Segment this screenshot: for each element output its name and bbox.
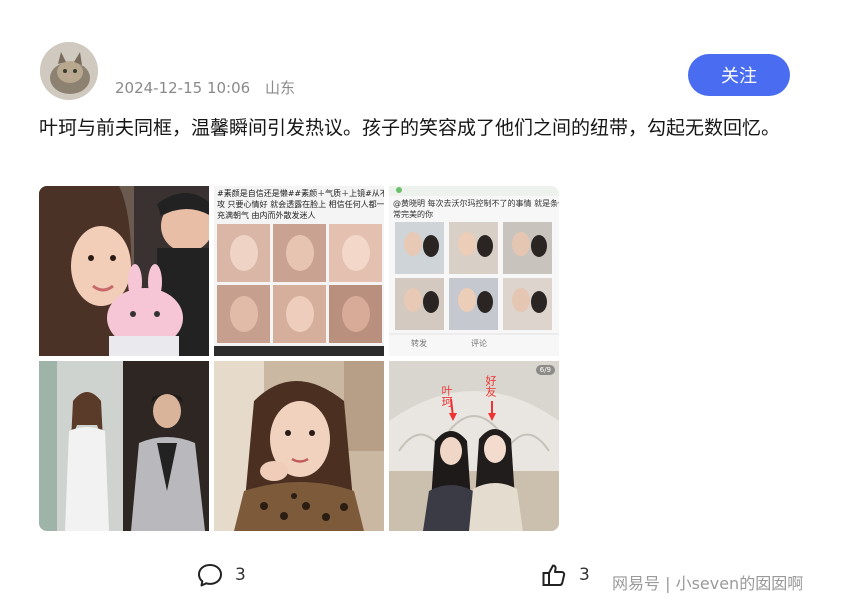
- split-portrait-image: [39, 361, 209, 531]
- cat-avatar-image: [40, 42, 98, 100]
- selfie-photo-image: [39, 186, 209, 356]
- arrow-label-yeke: 叶珂: [440, 385, 453, 407]
- photo-1[interactable]: [39, 186, 209, 356]
- photo-3-comment-label: 评论: [471, 339, 487, 348]
- photo-2[interactable]: #素颜是自信还是懒##素颜＋气质＋上镜#从不 攻 只要心情好 就会透露在脸上 相…: [214, 186, 384, 356]
- photo-3-caption-2: 常完美的你: [393, 210, 433, 219]
- comment-icon: [198, 564, 222, 587]
- post-location: 山东: [264, 79, 295, 97]
- image-grid: #素颜是自信还是懒##素颜＋气质＋上镜#从不 攻 只要心情好 就会透露在脸上 相…: [39, 186, 559, 531]
- photo-3[interactable]: @黄晓明 每次去沃尔玛控制不了的事情 就是条你 常完美的你 转发 评论: [389, 186, 559, 356]
- source-watermark: 网易号 | 小seven的囡囡啊: [612, 574, 804, 593]
- like-count: 3: [579, 565, 590, 585]
- photo-5[interactable]: [214, 361, 384, 531]
- friends-photo-image: [389, 361, 559, 531]
- follow-button[interactable]: 关注: [688, 54, 790, 96]
- post-meta: 2024-12-15 10:06 山东: [115, 77, 295, 98]
- closeup-selfie-image: [214, 361, 384, 531]
- arrow-label-friend: 好友: [484, 375, 497, 397]
- photo-6[interactable]: 6/9 叶珂 好友: [389, 361, 559, 531]
- avatar[interactable]: [40, 42, 98, 100]
- post-date: 2024-12-15 10:06: [115, 79, 251, 97]
- photo-3-repost-label: 转发: [411, 339, 427, 348]
- thumbs-up-icon: [542, 564, 566, 586]
- photo-3-caption-1: @黄晓明 每次去沃尔玛控制不了的事情 就是条你: [393, 199, 559, 208]
- photo-counter: 6/9: [535, 365, 555, 375]
- post-text: 叶珂与前夫同框，温馨瞬间引发热议。孩子的笑容成了他们之间的纽带，勾起无数回忆。: [39, 117, 781, 139]
- makeup-collage-image: [214, 224, 384, 356]
- comment-button[interactable]: 3: [197, 562, 246, 588]
- photo-4[interactable]: [39, 361, 209, 531]
- comment-count: 3: [235, 565, 246, 585]
- like-button[interactable]: 3: [541, 562, 590, 588]
